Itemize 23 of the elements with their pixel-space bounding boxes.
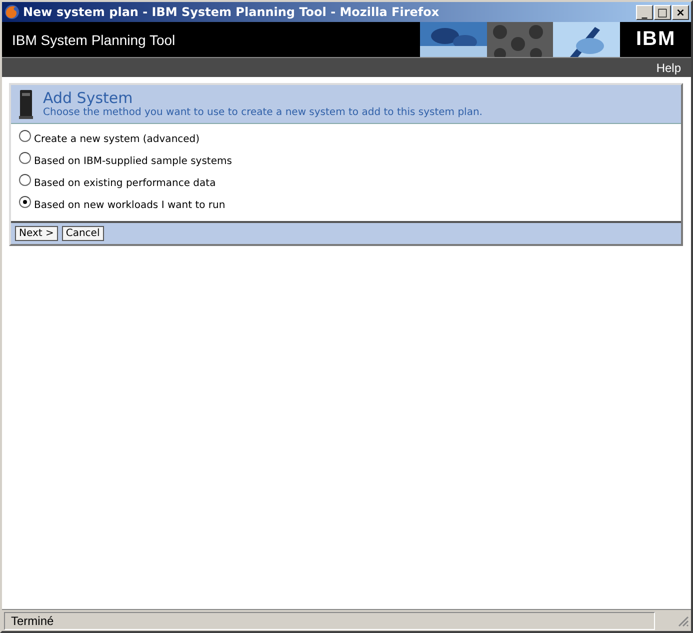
browser-icon	[4, 4, 20, 20]
radio-button[interactable]	[19, 152, 31, 164]
option-label[interactable]: Based on new workloads I want to run	[34, 200, 226, 210]
logo: IBM	[636, 28, 676, 51]
panel-title: Add System	[43, 90, 133, 107]
resize-grip-icon	[677, 614, 689, 626]
help-link[interactable]: Help	[656, 60, 681, 74]
close-button[interactable]: ×	[672, 4, 689, 20]
next-button[interactable]: Next >	[15, 226, 58, 241]
window-title: New system plan - IBM System Planning Tool - Mozilla Firefox	[23, 5, 440, 19]
maximize-button[interactable]: □	[654, 4, 671, 20]
server-icon	[19, 89, 33, 119]
option-label[interactable]: Based on IBM-supplied sample systems	[34, 156, 232, 166]
radio-button[interactable]	[19, 130, 31, 142]
minimize-button[interactable]: _	[636, 4, 653, 20]
cancel-button[interactable]: Cancel	[62, 226, 104, 241]
radio-button[interactable]	[19, 174, 31, 186]
status-text: Terminé	[4, 612, 655, 630]
option-label[interactable]: Based on existing performance data	[34, 178, 216, 188]
app-title: IBM System Planning Tool	[11, 32, 176, 48]
radio-button[interactable]	[19, 196, 31, 208]
option-label[interactable]: Create a new system (advanced)	[34, 134, 200, 144]
panel-subtitle: Choose the method you want to use to create a new system to add to this system plan.	[43, 107, 482, 118]
